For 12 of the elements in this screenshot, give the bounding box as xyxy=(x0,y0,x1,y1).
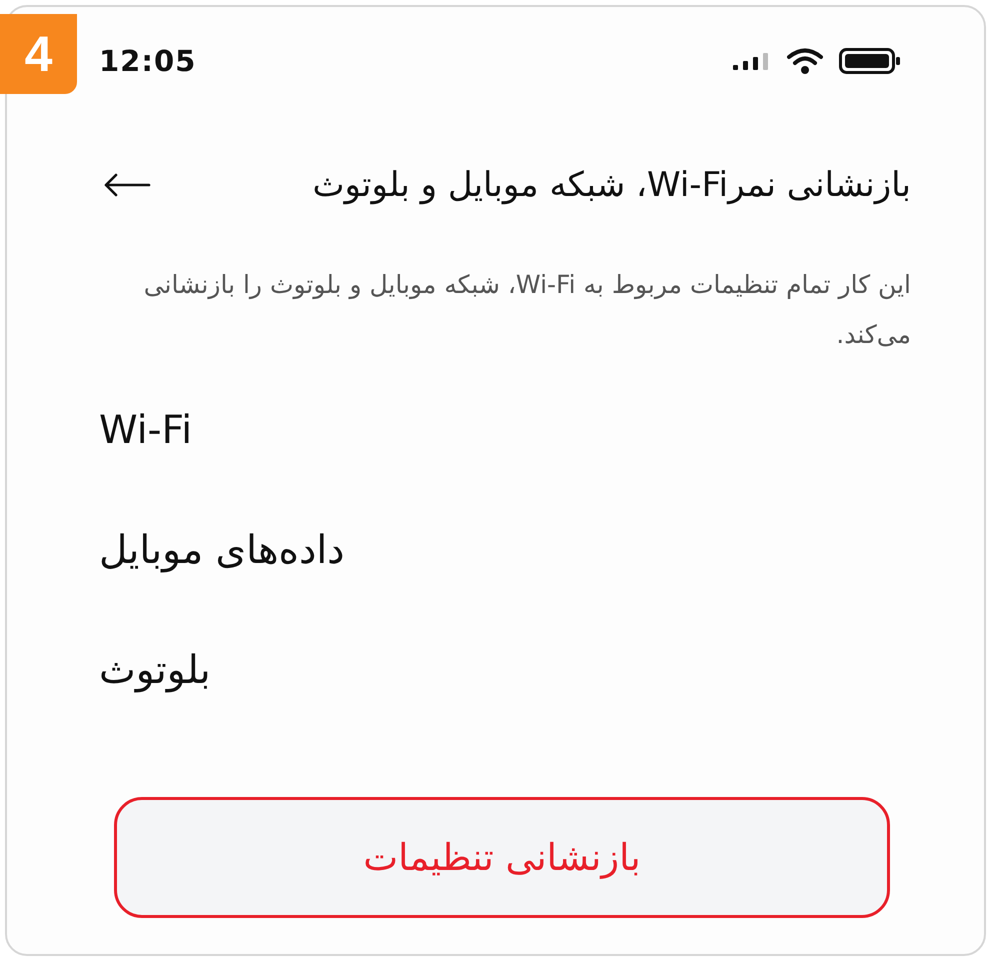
back-arrow-icon[interactable] xyxy=(103,173,151,197)
page-title: بازنشانی نمرWi-Fi، شبکه موبایل و بلوتوث xyxy=(312,165,911,205)
reset-settings-button[interactable]: بازنشانی تنظیمات xyxy=(114,797,890,918)
battery-icon xyxy=(839,48,901,74)
description-text: این کار تمام تنظیمات مربوط به Wi-Fi، شبکه موبایل و بلوتوث را بازنشانی می‌کند. xyxy=(142,269,911,351)
reset-item-label: داده‌های موبایل xyxy=(98,528,345,572)
reset-item-label: بلوتوث xyxy=(98,648,211,692)
signal-icon xyxy=(733,52,771,70)
reset-item-label: Wi-Fi xyxy=(98,408,192,452)
step-number-badge: 4 xyxy=(0,14,77,94)
status-time: 12:05 xyxy=(98,44,196,78)
wifi-icon xyxy=(787,48,823,74)
